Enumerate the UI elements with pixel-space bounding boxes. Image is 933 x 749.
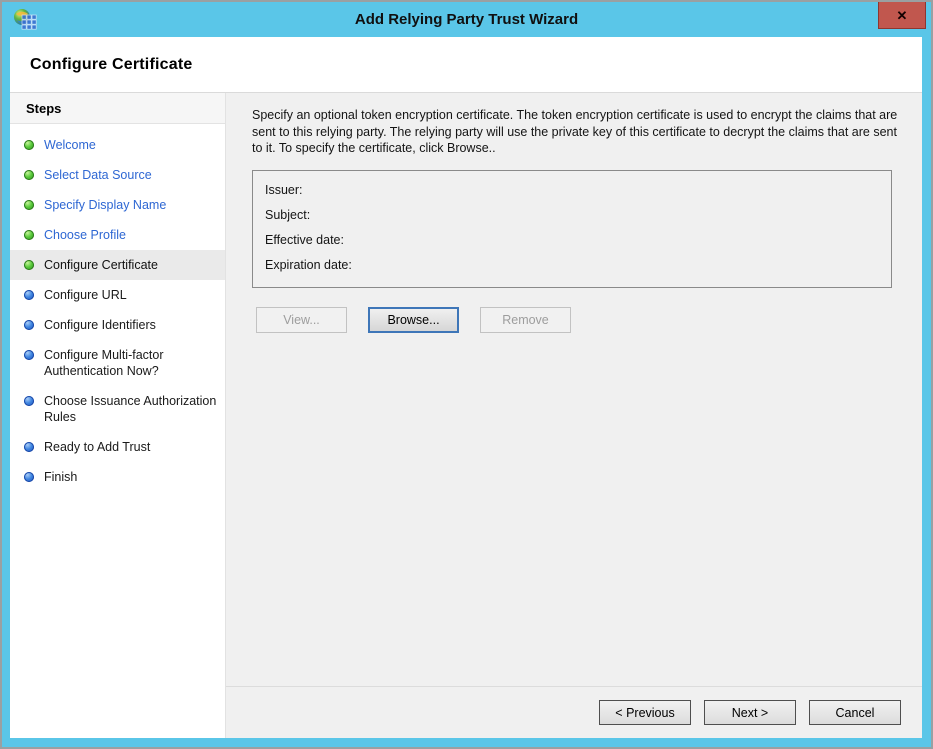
step-completed-icon (24, 140, 34, 150)
main-content: Specify an optional token encryption cer… (226, 93, 922, 738)
window-title: Add Relying Party Trust Wizard (2, 11, 931, 28)
steps-list: Welcome Select Data Source Specify Displ… (10, 124, 225, 492)
step-item-choose-profile[interactable]: Choose Profile (10, 220, 225, 250)
step-item-welcome[interactable]: Welcome (10, 130, 225, 160)
cancel-button[interactable]: Cancel (809, 700, 901, 725)
steps-sidebar: Steps Welcome Select Data Source Specify… (10, 93, 226, 738)
step-label: Finish (44, 470, 77, 484)
titlebar: Add Relying Party Trust Wizard ✕ (2, 2, 931, 37)
wizard-window: Add Relying Party Trust Wizard ✕ Configu… (0, 0, 933, 749)
wizard-footer: < Previous Next > Cancel (226, 686, 922, 738)
step-pending-icon (24, 290, 34, 300)
browse-button[interactable]: Browse... (368, 307, 459, 333)
step-label: Configure Identifiers (44, 318, 156, 332)
step-label: Configure Multi-factor Authentication No… (44, 348, 164, 378)
step-item-specify-display-name[interactable]: Specify Display Name (10, 190, 225, 220)
step-item-configure-certificate: Configure Certificate (10, 250, 225, 280)
step-completed-icon (24, 170, 34, 180)
page-header: Configure Certificate (10, 37, 922, 93)
wizard-body: Steps Welcome Select Data Source Specify… (10, 93, 922, 738)
certificate-effective-date-label: Effective date: (265, 228, 879, 253)
step-label: Ready to Add Trust (44, 440, 150, 454)
certificate-details-box: Issuer: Subject: Effective date: Expirat… (252, 170, 892, 288)
step-label: Select Data Source (44, 168, 152, 182)
next-button[interactable]: Next > (704, 700, 796, 725)
step-item-ready-to-add-trust: Ready to Add Trust (10, 432, 225, 462)
step-pending-icon (24, 396, 34, 406)
previous-button[interactable]: < Previous (599, 700, 691, 725)
step-label: Specify Display Name (44, 198, 166, 212)
step-label: Configure URL (44, 288, 127, 302)
description-text: Specify an optional token encryption cer… (252, 107, 904, 157)
step-pending-icon (24, 350, 34, 360)
window-frame: Configure Certificate Steps Welcome Sele… (2, 37, 931, 747)
certificate-actions: View... Browse... Remove (256, 307, 898, 333)
step-label: Choose Profile (44, 228, 126, 242)
certificate-expiration-date-label: Expiration date: (265, 253, 879, 278)
certificate-issuer-label: Issuer: (265, 178, 879, 203)
step-item-choose-issuance-rules: Choose Issuance Authorization Rules (10, 386, 225, 432)
page-title: Configure Certificate (30, 56, 192, 74)
step-item-configure-mfa: Configure Multi-factor Authentication No… (10, 340, 225, 386)
step-item-finish: Finish (10, 462, 225, 492)
step-pending-icon (24, 320, 34, 330)
step-item-select-data-source[interactable]: Select Data Source (10, 160, 225, 190)
step-label: Configure Certificate (44, 258, 158, 272)
certificate-subject-label: Subject: (265, 203, 879, 228)
view-button: View... (256, 307, 347, 333)
step-item-configure-url: Configure URL (10, 280, 225, 310)
close-button[interactable]: ✕ (878, 2, 926, 29)
step-item-configure-identifiers: Configure Identifiers (10, 310, 225, 340)
step-label: Choose Issuance Authorization Rules (44, 394, 216, 424)
step-completed-icon (24, 260, 34, 270)
step-completed-icon (24, 230, 34, 240)
step-label: Welcome (44, 138, 96, 152)
step-pending-icon (24, 442, 34, 452)
step-pending-icon (24, 472, 34, 482)
step-completed-icon (24, 200, 34, 210)
remove-button: Remove (480, 307, 571, 333)
steps-header: Steps (10, 93, 225, 124)
